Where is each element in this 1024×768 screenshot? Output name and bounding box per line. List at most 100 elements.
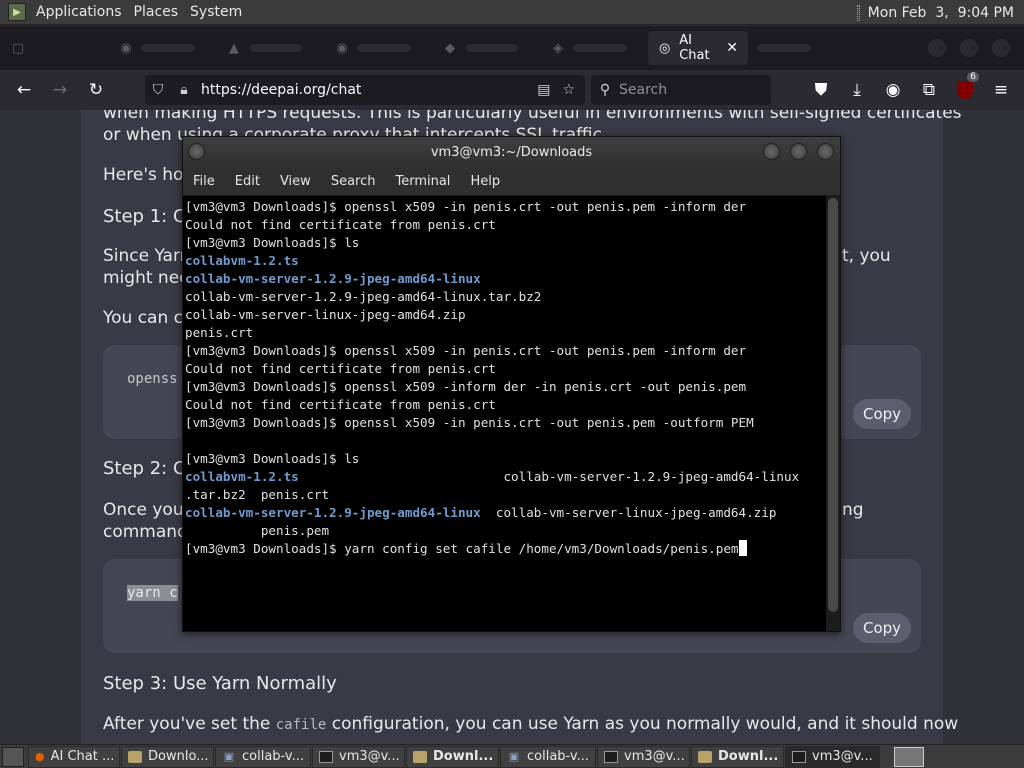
tab-title-blurred [466, 44, 518, 52]
forward-button[interactable]: → [44, 74, 76, 106]
reload-button[interactable]: ↻ [80, 74, 112, 106]
archive-icon: ▣ [223, 750, 235, 763]
minimize-button[interactable] [763, 143, 780, 160]
terminal-line: [vm3@vm3 Downloads]$ yarn config set caf… [185, 540, 825, 558]
taskbar-button[interactable]: Downl... [691, 745, 784, 768]
archive-icon: ▣ [508, 750, 520, 763]
lock-icon[interactable]: 🔒︎ [171, 82, 197, 98]
taskbar-button[interactable]: vm3@v... [785, 745, 880, 768]
terminal-text: [vm3@vm3 Downloads]$ openssl x509 -in pe… [185, 199, 747, 214]
tab-title: AI Chat [679, 33, 710, 63]
search-input[interactable]: Search [619, 82, 667, 98]
github-icon: ◉ [120, 40, 132, 56]
minimize-window-button[interactable] [928, 39, 946, 57]
tab-background[interactable] [748, 31, 856, 65]
taskbar-button[interactable]: vm3@v... [597, 745, 690, 768]
copy-button-1[interactable]: Copy [853, 399, 911, 429]
taskbar-button[interactable]: Downlo... [121, 745, 214, 768]
terminal-scrollbar[interactable] [826, 196, 840, 631]
ublock-origin-icon[interactable]: 6 [949, 72, 981, 106]
ublock-badge: 6 [967, 72, 979, 82]
taskbar-button-label: vm3@v... [624, 749, 685, 764]
terminal-line: [vm3@vm3 Downloads]$ openssl x509 -in pe… [185, 198, 825, 216]
taskbar-button[interactable]: ● AI Chat ... [28, 745, 120, 768]
account-icon[interactable]: ◉ [877, 74, 909, 106]
clock[interactable]: Mon Feb 3, 9:04 PM [868, 5, 1014, 21]
tab-title-blurred [358, 44, 410, 52]
taskbar-button-label: collab-v... [527, 749, 589, 764]
after-set-text: After you've set the cafile configuratio… [103, 713, 958, 736]
distro-logo-icon[interactable]: ▶ [8, 3, 26, 21]
terminal-text: [vm3@vm3 Downloads]$ ls [185, 235, 360, 250]
tracking-shield-icon[interactable]: ⛉ [145, 82, 171, 98]
reader-view-icon[interactable]: ▤ [537, 82, 550, 98]
terminal-text: [vm3@vm3 Downloads]$ yarn config set caf… [185, 541, 739, 556]
terminal-line: collab-vm-server-1.2.9-jpeg-amd64-linux … [185, 504, 825, 522]
terminal-icon [319, 750, 333, 764]
tab-background[interactable]: ◈ [540, 31, 648, 65]
extensions-icon[interactable]: ⧉ [913, 74, 945, 106]
taskbar-button[interactable]: Downl... [406, 745, 499, 768]
taskbar-button-label: collab-v... [242, 749, 304, 764]
terminal-output[interactable]: [vm3@vm3 Downloads]$ openssl x509 -in pe… [185, 198, 825, 558]
search-bar[interactable]: ⚲ Search [591, 75, 771, 105]
show-desktop-button[interactable] [2, 746, 24, 767]
workspace-switcher[interactable] [894, 746, 924, 767]
taskbar-button-label: AI Chat ... [50, 749, 115, 764]
tab-ai-chat[interactable]: ◎ AI Chat ✕ [648, 31, 748, 65]
terminal-title: vm3@vm3:~/Downloads [430, 145, 593, 160]
terminal-line: collabvm-1.2.ts collab-vm-server-1.2.9-j… [185, 468, 825, 486]
terminal-line: Could not find certificate from penis.cr… [185, 396, 825, 414]
scrollbar-thumb[interactable] [828, 198, 838, 612]
terminal-line: [vm3@vm3 Downloads]$ openssl x509 -in pe… [185, 342, 825, 360]
terminal-text: collab-vm-server-linux-jpeg-amd64.zip [185, 307, 466, 322]
menu-file[interactable]: File [183, 174, 225, 189]
close-button[interactable] [817, 143, 834, 160]
terminal-text: [vm3@vm3 Downloads]$ ls [185, 451, 360, 466]
deepai-icon: ◎ [658, 40, 671, 56]
terminal-text: collab-vm-server-1.2.9-jpeg-amd64-linux [298, 469, 800, 484]
since-yarn-text-end: t, you [842, 246, 891, 266]
url-bar[interactable]: ⛉ 🔒︎ https://deepai.org/chat ▤ ☆ [145, 75, 585, 105]
taskbar-button[interactable]: vm3@v... [312, 745, 405, 768]
maximize-window-button[interactable] [960, 39, 978, 57]
taskbar-button[interactable]: ▣ collab-v... [215, 745, 311, 768]
downloads-icon[interactable]: ⤓ [841, 74, 873, 106]
menu-edit[interactable]: Edit [225, 174, 270, 189]
tab-background[interactable]: ◆ [432, 31, 540, 65]
terminal-text: [vm3@vm3 Downloads]$ openssl x509 -in pe… [185, 343, 747, 358]
tab-background[interactable]: ◉ [324, 31, 432, 65]
folder-icon [698, 750, 712, 764]
taskbar-button-label: vm3@v... [339, 749, 400, 764]
system-menu[interactable]: System [184, 0, 248, 25]
step-3-heading: Step 3: Use Yarn Normally [103, 673, 337, 694]
maximize-button[interactable] [790, 143, 807, 160]
close-window-button[interactable] [992, 39, 1010, 57]
terminal-body[interactable]: [vm3@vm3 Downloads]$ openssl x509 -in pe… [183, 196, 840, 631]
menu-help[interactable]: Help [460, 174, 510, 189]
menu-terminal[interactable]: Terminal [385, 174, 460, 189]
tab-title-blurred [758, 44, 810, 52]
applications-menu[interactable]: Applications [30, 0, 128, 25]
tab-background[interactable]: ▲ [216, 31, 324, 65]
bookmark-star-icon[interactable]: ☆ [562, 82, 575, 98]
url-text[interactable]: https://deepai.org/chat [201, 82, 361, 98]
hamburger-menu-icon[interactable]: ≡ [985, 74, 1017, 106]
terminal-text: collab-vm-server-1.2.9-jpeg-amd64-linux.… [185, 289, 542, 304]
terminal-titlebar[interactable]: vm3@vm3:~/Downloads [183, 137, 840, 168]
tab-background[interactable]: ◉ [108, 31, 216, 65]
tab-background[interactable]: ▢ [0, 31, 108, 65]
places-menu[interactable]: Places [128, 0, 185, 25]
taskbar-button-label: vm3@v... [812, 749, 873, 764]
menu-search[interactable]: Search [321, 174, 386, 189]
window-menu-button[interactable] [188, 143, 205, 160]
menu-view[interactable]: View [270, 174, 321, 189]
back-button[interactable]: ← [8, 74, 40, 106]
copy-button-2[interactable]: Copy [853, 613, 911, 643]
step-2-heading: Step 2: C [103, 458, 186, 479]
taskbar-button[interactable]: ▣ collab-v... [500, 745, 596, 768]
taskbar: ● AI Chat ... Downlo... ▣ collab-v... vm3@v..… [0, 744, 1024, 768]
pocket-icon[interactable]: ⛊ [805, 74, 837, 106]
tab-title-blurred [142, 44, 194, 52]
close-tab-icon[interactable]: ✕ [726, 40, 738, 56]
